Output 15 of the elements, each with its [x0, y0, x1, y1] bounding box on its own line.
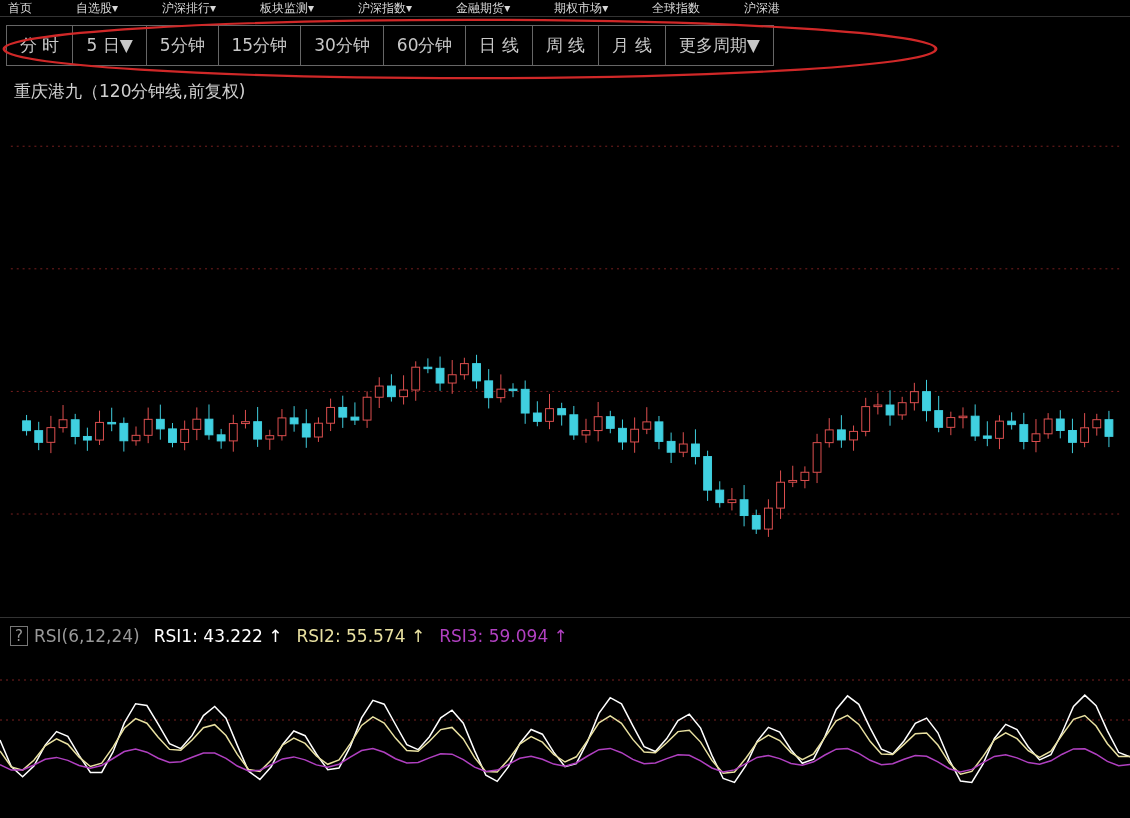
indicator-value: RSI2: 55.574 ↑ — [296, 626, 426, 646]
menu-item[interactable]: 沪深排行▾ — [162, 1, 217, 15]
chart-title: 重庆港九（120分钟线,前复权) — [13, 80, 247, 103]
menu-item[interactable]: 期权市场▾ — [554, 1, 609, 15]
menu-item[interactable]: 全球指数 — [652, 1, 701, 15]
menu-item[interactable]: 板块监测▾ — [260, 1, 315, 15]
menu-item[interactable]: 沪深港 — [744, 1, 781, 15]
menu-item[interactable]: 金融期货▾ — [456, 1, 511, 15]
menu-item[interactable]: 沪深指数▾ — [358, 1, 413, 15]
menu-item[interactable]: 自选股▾ — [76, 1, 119, 15]
indicator-value: RSI1: 43.222 ↑ — [153, 626, 283, 646]
help-icon[interactable]: ? — [10, 626, 28, 646]
indicator-value: RSI3: 59.094 ↑ — [439, 626, 568, 646]
menu-item[interactable]: 首页 — [8, 1, 32, 15]
indicator-name: RSI(6,12,24) — [33, 626, 140, 646]
